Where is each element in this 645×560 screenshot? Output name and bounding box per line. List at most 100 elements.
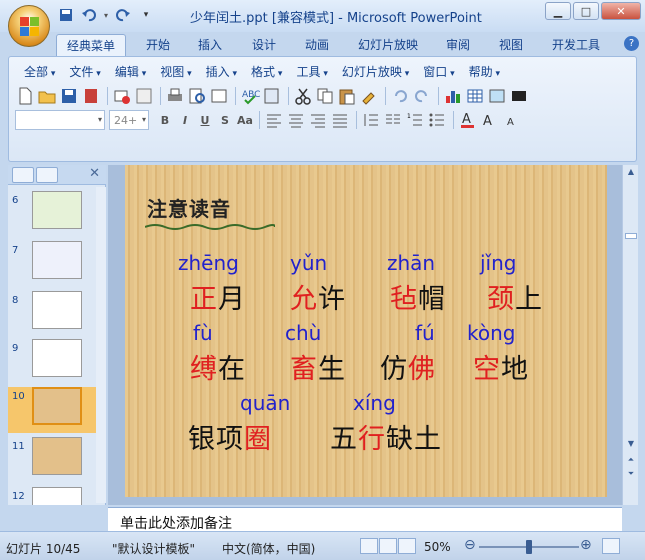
thumbnail-scrollbar[interactable] bbox=[96, 187, 106, 503]
zoom-level[interactable]: 50% bbox=[424, 540, 451, 554]
tab-animation[interactable]: 动画 bbox=[305, 36, 329, 53]
close-button[interactable]: ✕ bbox=[601, 2, 641, 20]
thumbnail-item[interactable]: 9 bbox=[8, 339, 98, 385]
redo-icon[interactable] bbox=[113, 6, 133, 24]
new-file-icon[interactable] bbox=[15, 86, 35, 106]
scroll-up-icon[interactable]: ▲ bbox=[625, 167, 637, 179]
menu-format[interactable]: 格式 bbox=[244, 63, 289, 80]
tab-insert[interactable]: 插入 bbox=[198, 36, 222, 53]
justify-icon[interactable] bbox=[330, 110, 350, 130]
scroll-thumb[interactable] bbox=[625, 233, 637, 239]
language-indicator[interactable]: 中文(简体，中国) bbox=[222, 540, 315, 557]
notes-pane[interactable]: 单击此处添加备注 bbox=[108, 507, 622, 532]
next-slide-icon[interactable]: ⏷ bbox=[625, 469, 637, 481]
align-right-icon[interactable] bbox=[308, 110, 328, 130]
undo-dropdown-icon[interactable]: ▾ bbox=[102, 6, 110, 24]
background-icon[interactable] bbox=[509, 86, 529, 106]
maximize-button[interactable]: □ bbox=[573, 2, 599, 20]
current-slide[interactable]: 注意读音 zhēng yǔn zhān jǐng 正月 允许 毡帽 颈上 fù … bbox=[125, 165, 607, 497]
save-icon[interactable] bbox=[56, 6, 76, 24]
shrink-font-icon[interactable]: A bbox=[502, 110, 522, 130]
zoom-slider-thumb[interactable] bbox=[526, 540, 532, 554]
layout-icon[interactable] bbox=[209, 86, 229, 106]
tab-design[interactable]: 设计 bbox=[252, 36, 276, 53]
thumbnail-item-selected[interactable]: 10 bbox=[8, 387, 98, 433]
email-icon[interactable] bbox=[112, 86, 132, 106]
menu-insert[interactable]: 插入 bbox=[199, 63, 244, 80]
tab-home[interactable]: 开始 bbox=[146, 36, 170, 53]
fit-to-window-icon[interactable] bbox=[602, 538, 620, 554]
spelling-icon[interactable]: ABC bbox=[240, 86, 260, 106]
tab-view[interactable]: 视图 bbox=[499, 36, 523, 53]
close-panel-icon[interactable]: ✕ bbox=[89, 166, 100, 181]
cut-icon[interactable] bbox=[293, 86, 313, 106]
font-name-field[interactable]: ▾ bbox=[15, 110, 105, 130]
chart-icon[interactable] bbox=[443, 86, 463, 106]
previous-slide-icon[interactable]: ⏶ bbox=[625, 455, 637, 467]
help-icon[interactable]: ? bbox=[624, 36, 639, 51]
menu-tools[interactable]: 工具 bbox=[289, 63, 334, 80]
tab-review[interactable]: 审阅 bbox=[446, 36, 470, 53]
menu-file[interactable]: 文件 bbox=[62, 63, 107, 80]
office-button[interactable] bbox=[8, 5, 50, 47]
slideshow-view-icon[interactable] bbox=[398, 538, 416, 554]
menu-help[interactable]: 帮助 bbox=[462, 63, 507, 80]
normal-view-icon[interactable] bbox=[360, 538, 378, 554]
tab-developer[interactable]: 开发工具 bbox=[552, 36, 600, 53]
thumbnail-item[interactable]: 8 bbox=[8, 291, 98, 337]
change-case-button[interactable]: Aa bbox=[235, 111, 255, 129]
menu-slideshow[interactable]: 幻灯片放映 bbox=[335, 63, 416, 80]
underline-button[interactable]: U bbox=[195, 111, 215, 129]
thumbnail-item[interactable]: 12 bbox=[8, 487, 98, 505]
line-spacing-icon[interactable] bbox=[361, 110, 381, 130]
open-folder-icon[interactable] bbox=[37, 86, 57, 106]
research-icon[interactable] bbox=[262, 86, 282, 106]
align-center-icon[interactable] bbox=[286, 110, 306, 130]
bullets-icon[interactable] bbox=[427, 110, 447, 130]
scroll-down-icon[interactable]: ▼ bbox=[625, 439, 637, 451]
design-template[interactable]: "默认设计模板" bbox=[112, 540, 195, 557]
pdf-icon[interactable] bbox=[134, 86, 154, 106]
format-painter-icon[interactable] bbox=[359, 86, 379, 106]
menu-view[interactable]: 视图 bbox=[153, 63, 198, 80]
menu-all[interactable]: 全部 bbox=[17, 63, 62, 80]
columns-icon[interactable] bbox=[383, 110, 403, 130]
slide-number: 9 bbox=[12, 343, 19, 354]
paste-icon[interactable] bbox=[337, 86, 357, 106]
zoom-out-icon[interactable]: ⊖ bbox=[464, 537, 476, 553]
align-left-icon[interactable] bbox=[264, 110, 284, 130]
menu-edit[interactable]: 编辑 bbox=[108, 63, 153, 80]
tab-slideshow[interactable]: 幻灯片放映 bbox=[358, 36, 418, 53]
font-size-field[interactable]: 24+ ▾ bbox=[109, 110, 149, 130]
slide-scrollbar[interactable]: ▲ ▼ ⏶ ⏷ bbox=[622, 165, 638, 505]
print-preview-icon[interactable] bbox=[187, 86, 207, 106]
zoom-in-icon[interactable]: ⊕ bbox=[580, 537, 592, 553]
permission-icon[interactable] bbox=[81, 86, 101, 106]
undo-icon[interactable] bbox=[390, 86, 410, 106]
thumbnail-item[interactable]: 11 bbox=[8, 437, 98, 483]
undo-icon[interactable] bbox=[79, 6, 99, 24]
shadow-button[interactable]: S bbox=[215, 111, 235, 129]
bold-button[interactable]: B bbox=[155, 111, 175, 129]
font-color-icon[interactable]: A bbox=[458, 110, 478, 130]
minimize-button[interactable]: ▁ bbox=[545, 2, 571, 20]
customize-qat-icon[interactable]: ▾ bbox=[136, 6, 156, 24]
print-icon[interactable] bbox=[165, 86, 185, 106]
copy-icon[interactable] bbox=[315, 86, 335, 106]
slides-tab[interactable] bbox=[12, 167, 34, 183]
save-icon[interactable] bbox=[59, 86, 79, 106]
slide-sorter-icon[interactable] bbox=[379, 538, 397, 554]
thumbnail-item[interactable]: 7 bbox=[8, 241, 98, 287]
redo-icon[interactable] bbox=[412, 86, 432, 106]
slide-thumbnail-panel: ✕ 6 7 8 9 10 11 12 bbox=[8, 165, 106, 505]
thumbnail-item[interactable]: 6 bbox=[8, 191, 98, 237]
slide-thumbnail bbox=[32, 241, 82, 279]
numbering-icon[interactable]: 1 bbox=[405, 110, 425, 130]
grow-font-icon[interactable]: A bbox=[480, 110, 500, 130]
tab-classic-menu[interactable]: 经典菜单 bbox=[56, 34, 127, 56]
image-icon[interactable] bbox=[487, 86, 507, 106]
menu-window[interactable]: 窗口 bbox=[416, 63, 461, 80]
italic-button[interactable]: I bbox=[175, 111, 195, 129]
table-icon[interactable] bbox=[465, 86, 485, 106]
outline-tab[interactable] bbox=[36, 167, 58, 183]
